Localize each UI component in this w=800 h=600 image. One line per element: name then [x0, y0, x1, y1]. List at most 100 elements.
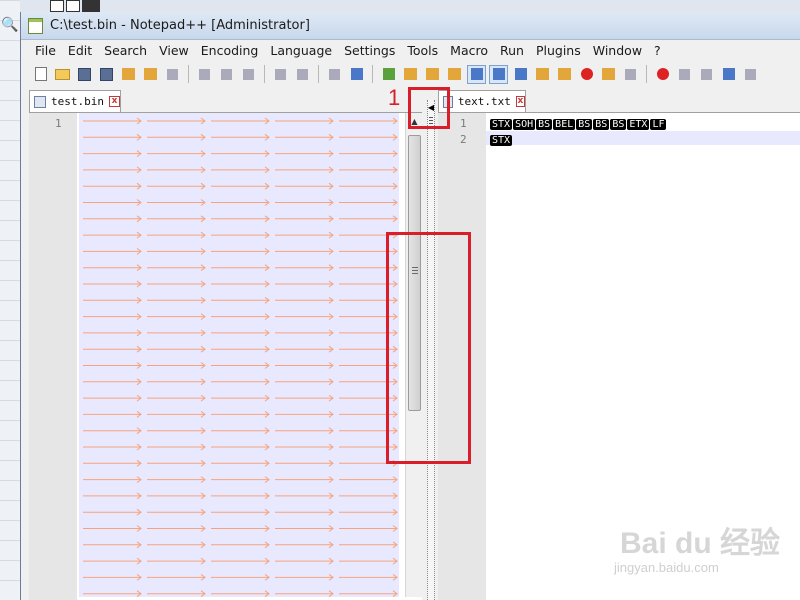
close-tab-icon[interactable]: x: [515, 96, 525, 107]
menu-item-plugins[interactable]: Plugins: [530, 41, 587, 61]
redo-icon[interactable]: [293, 65, 312, 84]
tab-arrow: [211, 362, 270, 369]
close-icon[interactable]: [119, 65, 138, 84]
save-all-icon[interactable]: [97, 65, 116, 84]
tab-arrow: [147, 166, 206, 174]
cut-icon[interactable]: [195, 65, 214, 84]
play-macro-icon[interactable]: [697, 65, 716, 84]
zoom-in-icon[interactable]: [379, 65, 398, 84]
tab-arrow: [275, 573, 334, 581]
zoom-out-icon-glyph: [404, 68, 417, 80]
line-number-2: 2: [460, 133, 467, 146]
tab-arrow: [275, 459, 334, 467]
function-list-icon[interactable]: [577, 65, 596, 84]
tab-arrow: [147, 492, 206, 500]
menu-item-encoding[interactable]: Encoding: [195, 41, 265, 61]
tab-text-txt[interactable]: text.txt x: [438, 90, 526, 112]
tab-arrow: [275, 296, 334, 304]
menu-item-file[interactable]: File: [29, 41, 62, 61]
control-char-token: LF: [650, 118, 667, 130]
tab-label: text.txt: [457, 95, 511, 108]
magnifier-icon[interactable]: 🔍: [0, 14, 20, 36]
show-all-chars-icon[interactable]: [489, 64, 508, 84]
menu-item-help[interactable]: ?: [648, 41, 667, 61]
tab-arrow: [211, 133, 270, 141]
play-macro-icon-glyph: [701, 68, 712, 80]
menu-item-edit[interactable]: Edit: [62, 41, 98, 61]
menu-item-run[interactable]: Run: [494, 41, 530, 61]
record-macro-icon[interactable]: [653, 65, 672, 84]
control-char-token: ETX: [627, 118, 650, 130]
save-macro-icon[interactable]: [741, 65, 760, 84]
tab-arrow: [275, 394, 334, 402]
tab-arrow: [275, 525, 334, 532]
toolbar-separator: [264, 65, 265, 83]
close-tab-icon[interactable]: x: [108, 96, 120, 107]
print-icon-glyph: [167, 68, 178, 80]
tab-arrow: [147, 476, 206, 484]
save-icon[interactable]: [75, 65, 94, 84]
indent-guide-icon[interactable]: [511, 65, 530, 84]
menu-item-tools[interactable]: Tools: [401, 41, 444, 61]
word-wrap-icon[interactable]: [467, 64, 486, 84]
taskbar-thumbnails: [50, 0, 100, 12]
find-icon[interactable]: [325, 65, 344, 84]
tab-arrow: [211, 573, 270, 581]
tab-arrow: [211, 459, 270, 467]
toolbar-separator: [646, 65, 647, 83]
tab-arrow: [275, 166, 334, 174]
tab-arrow: [275, 590, 334, 598]
menu-item-settings[interactable]: Settings: [338, 41, 401, 61]
watermark-url: jingyan.baidu.com: [614, 560, 719, 575]
user-define-icon[interactable]: [533, 65, 552, 84]
monitoring-icon[interactable]: [621, 65, 640, 84]
undo-icon-glyph: [275, 68, 286, 80]
menu-item-language[interactable]: Language: [264, 41, 338, 61]
text-line-2[interactable]: STX: [490, 133, 513, 147]
tab-arrow: [211, 378, 270, 386]
folder-workspace-icon-glyph: [602, 68, 615, 80]
tab-arrow: [275, 231, 334, 239]
tab-arrow: [211, 150, 270, 157]
text-line-1[interactable]: STX SOH BS BEL BS BS BS ETX LF: [490, 117, 667, 131]
control-char-token: BS: [536, 118, 553, 130]
tab-arrow: [339, 590, 398, 598]
stop-macro-icon[interactable]: [675, 65, 694, 84]
replace-icon[interactable]: [347, 65, 366, 84]
tab-arrow: [211, 231, 270, 239]
print-icon[interactable]: [163, 65, 182, 84]
zoom-out-icon[interactable]: [401, 65, 420, 84]
tab-arrow: [147, 378, 206, 386]
zoom-in-icon-glyph: [382, 68, 395, 80]
tab-arrow: [211, 557, 270, 565]
menu-item-search[interactable]: Search: [98, 41, 153, 61]
control-char-token: STX: [490, 118, 513, 130]
menu-item-macro[interactable]: Macro: [444, 41, 494, 61]
close-all-icon[interactable]: [141, 65, 160, 84]
tab-arrow: [83, 133, 142, 141]
open-folder-icon[interactable]: [53, 65, 72, 84]
tab-arrow: [83, 410, 142, 418]
tab-arrow: [211, 410, 270, 418]
doc-map-icon[interactable]: [555, 65, 574, 84]
paste-icon[interactable]: [239, 65, 258, 84]
tab-arrow: [83, 508, 142, 516]
title-bar[interactable]: C:\test.bin - Notepad++ [Administrator]: [21, 12, 800, 40]
sync-vertical-icon[interactable]: [423, 65, 442, 84]
menu-item-view[interactable]: View: [153, 41, 195, 61]
run-macro-multiple-icon[interactable]: [719, 65, 738, 84]
tab-arrow: [83, 182, 142, 190]
undo-icon[interactable]: [271, 65, 290, 84]
tab-test-bin[interactable]: test.bin x: [29, 90, 121, 112]
copy-icon[interactable]: [217, 65, 236, 84]
left-editor-pane[interactable]: 1 ▲: [29, 112, 422, 600]
sync-vertical-icon-glyph: [426, 68, 439, 80]
tab-arrow: [339, 150, 398, 157]
tab-arrow: [275, 247, 334, 255]
tab-arrow: [275, 362, 334, 369]
sync-horizontal-icon[interactable]: [445, 65, 464, 84]
tab-arrow: [83, 329, 142, 337]
folder-workspace-icon[interactable]: [599, 65, 618, 84]
menu-item-window[interactable]: Window: [587, 41, 648, 61]
new-file-icon[interactable]: [31, 65, 50, 84]
